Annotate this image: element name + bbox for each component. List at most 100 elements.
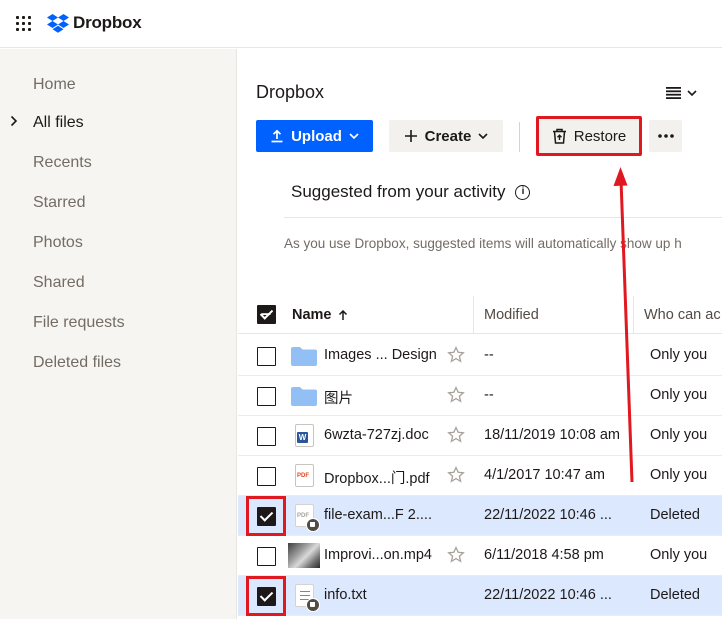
modified-value: 22/11/2022 10:46 ... [484,587,612,603]
deleted-pdf-file-icon: PDF [291,504,320,532]
view-toggle[interactable] [666,83,702,103]
sidebar-item-photos[interactable]: Photos [0,223,237,263]
modified-value: 4/1/2017 10:47 am [484,467,605,483]
star-icon[interactable] [447,466,465,484]
restore-trash-icon [552,128,566,144]
file-name[interactable]: 图片 [324,387,353,408]
folder-icon [291,384,317,408]
star-icon[interactable] [447,346,465,364]
row-checkbox[interactable] [257,467,276,486]
table-row[interactable]: PDF Dropbox...门.pdf 4/1/2017 10:47 am On… [238,456,722,496]
modified-value: 6/11/2018 4:58 pm [484,547,604,563]
chevron-down-icon [478,133,488,139]
chevron-right-icon [10,115,20,129]
column-name-label: Name [292,307,332,323]
checkbox-highlight-annotation [246,576,286,616]
access-value: Only you [650,547,708,563]
table-row[interactable]: 图片 -- Only you [238,376,722,416]
sidebar-item-label: Photos [33,234,83,251]
word-document-icon: W [291,424,317,448]
table-row[interactable]: PDF file-exam...F 2.... 22/11/2022 10:46… [238,496,722,536]
star-icon[interactable] [447,546,465,564]
access-value: Only you [650,387,708,403]
select-all-checkbox[interactable] [257,305,276,324]
sidebar-item-shared[interactable]: Shared [0,263,237,303]
access-value: Deleted [650,587,700,603]
restore-label: Restore [573,127,627,145]
deleted-badge-icon [306,518,320,532]
column-modified-header[interactable]: Modified [484,307,539,323]
sidebar-item-home[interactable]: Home [0,65,237,105]
sidebar-item-starred[interactable]: Starred [0,183,237,223]
deleted-text-file-icon [291,584,320,612]
table-header: Name Modified Who can ac [238,296,722,334]
top-bar: Dropbox [0,0,722,48]
suggested-title-text: Suggested from your activity [291,182,506,201]
sidebar-item-label: Home [33,76,76,93]
modified-value: -- [484,387,494,403]
more-dots-icon [657,134,674,138]
access-value: Only you [650,427,708,443]
dropbox-logo-icon [47,13,69,33]
row-checkbox[interactable] [257,347,276,366]
app-grid-icon[interactable] [16,16,32,32]
checkbox-highlight-annotation [246,496,286,536]
sidebar-item-label: Recents [33,154,92,171]
more-options-button[interactable] [649,120,682,152]
video-thumbnail [288,543,320,568]
sidebar: Home All files Recents Starred Photos Sh… [0,49,237,619]
column-divider [633,296,634,334]
sidebar-item-label: Shared [33,274,85,291]
upload-button[interactable]: Upload [256,120,373,152]
file-name[interactable]: file-exam...F 2.... [324,507,432,523]
suggested-section-title: Suggested from your activity i [291,182,531,202]
row-checkbox[interactable] [257,427,276,446]
sidebar-item-label: Starred [33,194,86,211]
table-row[interactable]: info.txt 22/11/2022 10:46 ... Deleted [238,576,722,616]
sidebar-item-recents[interactable]: Recents [0,143,237,183]
modified-value: 18/11/2019 10:08 am [484,427,620,443]
upload-icon [271,129,283,143]
sidebar-item-all-files[interactable]: All files [0,103,237,143]
star-icon[interactable] [447,386,465,404]
brand-name: Dropbox [73,13,142,32]
sidebar-item-file-requests[interactable]: File requests [0,303,237,343]
brand-logo[interactable]: Dropbox [47,13,142,33]
table-row[interactable]: Images ... Design -- Only you [238,336,722,376]
info-icon[interactable]: i [515,184,531,200]
sort-ascending-icon [338,309,347,320]
suggested-description: As you use Dropbox, suggested items will… [284,236,682,251]
access-value: Only you [650,347,708,363]
suggested-divider [284,217,722,218]
toolbar-divider [519,122,520,152]
column-who-can-access-header[interactable]: Who can ac [644,307,721,323]
column-name-header[interactable]: Name [292,307,348,323]
table-row[interactable]: Improvi...on.mp4 6/11/2018 4:58 pm Only … [238,536,722,576]
file-name[interactable]: info.txt [324,587,367,603]
create-label: Create [424,127,472,145]
folder-icon [291,344,317,368]
sidebar-item-label: All files [33,114,84,131]
sidebar-item-label: Deleted files [33,354,122,371]
file-name[interactable]: Dropbox...门.pdf [324,467,430,488]
file-name[interactable]: 6wzta-727zj.doc [324,427,429,443]
column-divider [473,296,474,334]
main-content: Dropbox Upload Create Restore Suggested … [238,49,722,619]
breadcrumb[interactable]: Dropbox [256,82,324,103]
table-row[interactable]: W 6wzta-727zj.doc 18/11/2019 10:08 am On… [238,416,722,456]
row-checkbox[interactable] [257,547,276,566]
sidebar-item-label: File requests [33,314,125,331]
file-name[interactable]: Improvi...on.mp4 [324,547,432,563]
sidebar-item-deleted-files[interactable]: Deleted files [0,343,237,383]
restore-button[interactable]: Restore [536,116,642,156]
modified-value: 22/11/2022 10:46 ... [484,507,612,523]
row-checkbox[interactable] [257,387,276,406]
list-view-icon [666,87,681,99]
create-button[interactable]: Create [389,120,503,152]
star-icon[interactable] [447,426,465,444]
chevron-down-icon [349,133,359,139]
file-name[interactable]: Images ... Design [324,347,437,363]
upload-label: Upload [291,127,342,145]
access-value: Only you [650,467,708,483]
pdf-file-icon: PDF [291,464,317,488]
